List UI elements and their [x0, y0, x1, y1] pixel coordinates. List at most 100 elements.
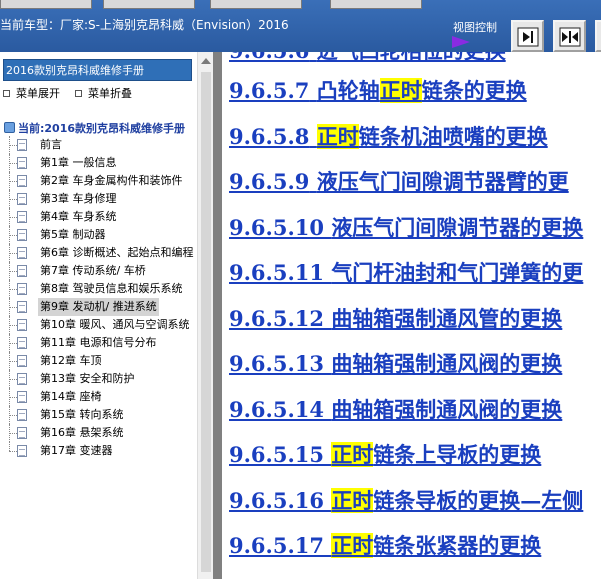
- top-toolbar-strip: [210, 0, 302, 9]
- tree-item[interactable]: 第2章 车身金属构件和装饰件: [0, 172, 197, 190]
- view-button-partial[interactable]: [595, 20, 601, 52]
- tree-item[interactable]: 第7章 传动系统/ 车桥: [0, 262, 197, 280]
- tree-item[interactable]: 第5章 制动器: [0, 226, 197, 244]
- tree-item[interactable]: 第4章 车身系统: [0, 208, 197, 226]
- toc-link[interactable]: 9.6.5.9 液压气门间隙调节器臂的更: [229, 166, 569, 196]
- toc-link[interactable]: 9.6.5.13 曲轴箱强制通风阀的更换: [229, 348, 562, 378]
- tree-item-label: 第2章 车身金属构件和装饰件: [40, 174, 183, 187]
- tree-item[interactable]: 第14章 座椅: [0, 388, 197, 406]
- tree-connector: [9, 442, 10, 451]
- tree-item-label: 第9章 发动机/ 推进系统: [38, 298, 159, 316]
- document-icon: [17, 211, 27, 223]
- toc-link[interactable]: 9.6.5.7 凸轮轴正时链条的更换: [229, 75, 527, 105]
- document-icon: [17, 229, 27, 241]
- current-vehicle-text: 当前车型：厂家:S-上海别克昂科威（Envision）2016: [0, 18, 289, 32]
- document-icon: [17, 409, 27, 421]
- tree-item-label: 第15章 转向系统: [40, 408, 124, 421]
- link-text: 液压气门间隙调节器的更换: [331, 214, 584, 240]
- tree-connector: [9, 199, 17, 200]
- link-text: 曲轴箱强制通风管的更换: [331, 305, 563, 331]
- tree-connector: [9, 181, 17, 182]
- link-text: 进气凸轮相位的更换: [317, 52, 506, 63]
- scroll-thumb[interactable]: [201, 72, 211, 572]
- section-number: 9.6.5.10: [229, 214, 324, 240]
- tree-connector: [9, 145, 17, 146]
- section-number: 9.6.5.7: [229, 78, 310, 103]
- tree-item[interactable]: 第8章 驾驶员信息和娱乐系统: [0, 280, 197, 298]
- tree-item[interactable]: 前言: [0, 136, 197, 154]
- document-icon: [17, 427, 27, 439]
- tree-item-label: 第13章 安全和防护: [40, 372, 135, 385]
- tree-item[interactable]: 第16章 悬架系统: [0, 424, 197, 442]
- search-highlight: 正时: [316, 123, 359, 149]
- toc-link[interactable]: 9.6.5.10 液压气门间隙调节器的更换: [229, 212, 583, 242]
- document-icon: [17, 193, 27, 205]
- link-text: 链条的更换: [421, 78, 527, 103]
- top-toolbar-strip: [330, 0, 422, 9]
- tree-connector: [9, 163, 17, 164]
- tree-item-label: 第3章 车身修理: [40, 192, 117, 205]
- navigation-panel: 2016款别克昂科威维修手册 菜单展开 菜单折叠 当前:2016款别克昂科威维修…: [0, 52, 197, 579]
- tree-item[interactable]: 第9章 发动机/ 推进系统: [0, 298, 197, 316]
- document-icon: [17, 337, 27, 349]
- toc-link[interactable]: 9.6.5.8 正时链条机油喷嘴的更换: [229, 121, 548, 151]
- tree-connector: [9, 397, 17, 398]
- link-text: 链条机油喷嘴的更换: [358, 123, 548, 149]
- tree-item[interactable]: 第12章 车顶: [0, 352, 197, 370]
- toc-link[interactable]: 9.6.5.11 气门杆油封和气门弹簧的更: [229, 257, 583, 287]
- toc-link[interactable]: 9.6.5.6 进气凸轮相位的更换: [229, 52, 506, 65]
- tree-item[interactable]: 第6章 诊断概述、起始点和编程: [0, 244, 197, 262]
- link-text: 曲轴箱强制通风阀的更换: [331, 351, 563, 376]
- tree-item[interactable]: 第15章 转向系统: [0, 406, 197, 424]
- tree-connector: [9, 217, 17, 218]
- tree-item[interactable]: 第10章 暖风、通风与空调系统: [0, 316, 197, 334]
- tree-root[interactable]: 当前:2016款别克昂科威维修手册: [4, 120, 185, 136]
- toc-link[interactable]: 9.6.5.12 曲轴箱强制通风管的更换: [229, 303, 562, 333]
- menu-collapse-button[interactable]: 菜单折叠: [75, 85, 132, 101]
- tree-item-label: 第16章 悬架系统: [40, 426, 124, 439]
- section-number: 9.6.5.9: [229, 169, 310, 194]
- document-icon: [17, 373, 27, 385]
- top-bar: 当前车型：厂家:S-上海别克昂科威（Envision）2016 视图控制: [0, 0, 601, 52]
- tree-item[interactable]: 第17章 变速器: [0, 442, 197, 460]
- split-view-button[interactable]: [553, 20, 586, 52]
- section-number: 9.6.5.12: [229, 305, 324, 331]
- toc-link[interactable]: 9.6.5.14 曲轴箱强制通风阀的更换: [229, 394, 562, 424]
- tree-item-label: 第7章 传动系统/ 车桥: [40, 264, 146, 277]
- menu-expand-button[interactable]: 菜单展开: [3, 85, 60, 101]
- tree-connector: [9, 289, 17, 290]
- tree-item-label: 第4章 车身系统: [40, 210, 117, 223]
- document-icon: [17, 265, 27, 277]
- expand-right-view-button[interactable]: [511, 20, 544, 52]
- tree-item[interactable]: 第11章 电源和信号分布: [0, 334, 197, 352]
- toc-link[interactable]: 9.6.5.17 正时链条张紧器的更换: [229, 530, 541, 560]
- section-number: 9.6.5.16: [229, 487, 324, 513]
- nav-scrollbar[interactable]: [197, 52, 213, 579]
- tree-item-label: 前言: [40, 138, 62, 151]
- toc-link[interactable]: 9.6.5.15 正时链条上导板的更换: [229, 439, 541, 469]
- tree-item-label: 第1章 一般信息: [40, 156, 117, 169]
- panel-splitter[interactable]: [213, 52, 222, 579]
- tree-connector: [9, 235, 17, 236]
- scroll-up-arrow-icon[interactable]: [201, 58, 211, 64]
- tree-connector: [9, 343, 17, 344]
- tree-connector: [9, 271, 17, 272]
- document-icon: [17, 247, 27, 259]
- view-control-label: 视图控制: [453, 21, 497, 34]
- menu-collapse-label: 菜单折叠: [88, 87, 132, 100]
- tree-item[interactable]: 第13章 安全和防护: [0, 370, 197, 388]
- link-text: 链条上导板的更换: [373, 442, 542, 467]
- toc-link[interactable]: 9.6.5.16 正时链条导板的更换—左侧: [229, 485, 583, 515]
- tree-connector: [9, 325, 17, 326]
- tree-item-label: 第6章 诊断概述、起始点和编程: [40, 246, 194, 259]
- document-icon: [17, 445, 27, 457]
- document-icon: [17, 175, 27, 187]
- tree-connector: [9, 451, 17, 452]
- tree-item[interactable]: 第1章 一般信息: [0, 154, 197, 172]
- chapter-tree: 前言第1章 一般信息第2章 车身金属构件和装饰件 第3章 车身修理 第4章 车身系统…: [0, 136, 197, 460]
- purple-arrow-icon: [452, 36, 470, 48]
- link-text: 凸轮轴: [316, 78, 380, 103]
- search-highlight: 正时: [331, 442, 374, 467]
- tree-item[interactable]: 第3章 车身修理: [0, 190, 197, 208]
- top-toolbar-strip: [103, 0, 195, 9]
